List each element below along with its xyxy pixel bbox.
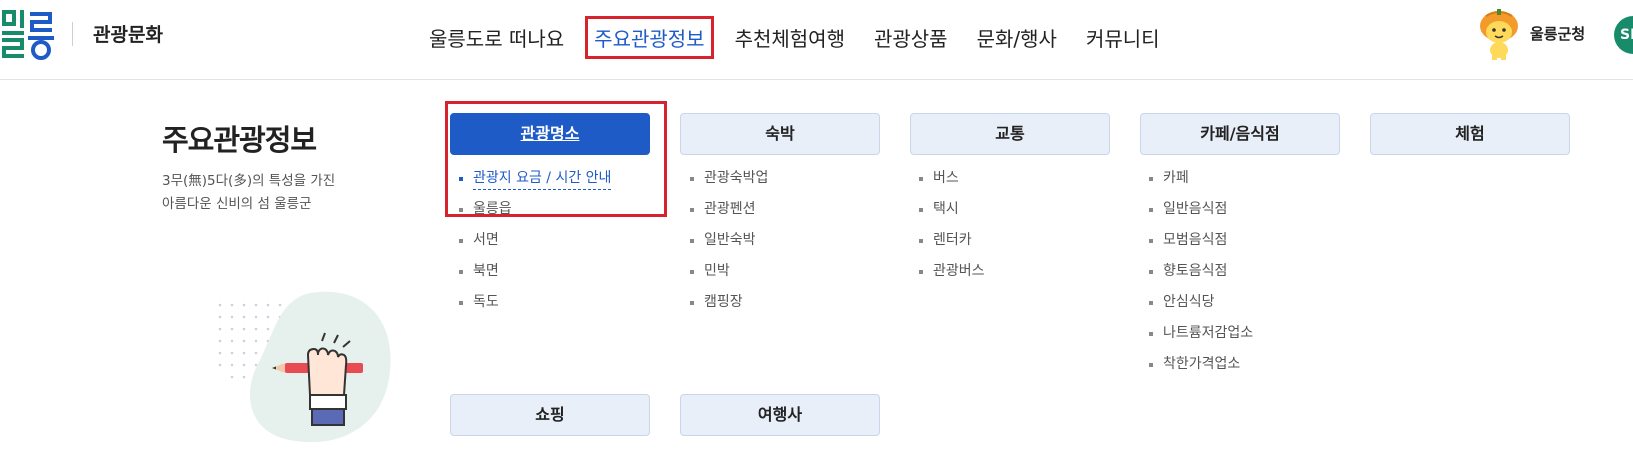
list-item[interactable]: 관광펜션 [690,198,768,229]
list-item-label[interactable]: 버스 [933,170,959,186]
category-lodging[interactable]: 숙박 [680,113,880,155]
list-item[interactable]: 관광숙박업 [690,167,768,198]
highlight-outline [445,101,667,217]
list-item[interactable]: 버스 [919,167,985,198]
list-item-label[interactable]: 민박 [704,263,730,279]
list-item[interactable]: 독도 [459,291,611,322]
category-travel-agency[interactable]: 여행사 [680,394,880,436]
list-item-label[interactable]: 일반음식점 [1163,201,1227,217]
category-transport[interactable]: 교통 [910,113,1110,155]
list-item[interactable]: 렌터카 [919,229,985,260]
list-item[interactable]: 향토음식점 [1149,260,1253,291]
nav-item-products[interactable]: 관광상품 [866,19,956,56]
page-title: 주요관광정보 [162,123,317,157]
list-item[interactable]: 나트륨저감업소 [1149,322,1253,353]
description-line: 3무(無)5다(多)의 특성을 가진 [162,173,336,189]
list-item-label[interactable]: 서면 [473,232,499,248]
list-item-label[interactable]: 일반숙박 [704,232,756,248]
list-item[interactable]: 일반숙박 [690,229,768,260]
list-item-label[interactable]: 관광숙박업 [704,170,768,186]
list-item[interactable]: 택시 [919,198,985,229]
site-header: 관광문화 울릉도로 떠나요 주요관광정보 추천체험여행 관광상품 문화/행사 커… [0,0,1633,80]
list-item-label[interactable]: 관광펜션 [704,201,756,217]
cafe-restaurant-list: 카페 일반음식점 모범음식점 향토음식점 안심식당 나트륨저감업소 착한가격업소 [1149,167,1253,384]
nav-item-culture[interactable]: 문화/행사 [969,19,1065,56]
list-item-label[interactable]: 택시 [933,201,959,217]
list-item[interactable]: 착한가격업소 [1149,353,1253,384]
transport-list: 버스 택시 렌터카 관광버스 [919,167,985,291]
section-description: 3무(無)5다(多)의 특성을 가진 아름다운 신비의 섬 울릉군 [162,170,335,216]
nav-item-experience[interactable]: 추천체험여행 [727,19,853,56]
list-item-label[interactable]: 렌터카 [933,232,972,248]
nav-item-community[interactable]: 커뮤니티 [1078,19,1168,56]
list-item[interactable]: 캠핑장 [690,291,768,322]
list-item-label[interactable]: 독도 [473,294,499,310]
ulleung-logo-icon[interactable] [0,6,56,62]
list-item[interactable]: 민박 [690,260,768,291]
county-office-link[interactable]: 울릉군청 [1530,23,1585,44]
list-item[interactable]: 안심식당 [1149,291,1253,322]
brand-title[interactable]: 관광문화 [93,20,163,47]
nav-item-travel[interactable]: 울릉도로 떠나요 [421,19,572,56]
logo-divider [72,22,73,46]
list-item[interactable]: 일반음식점 [1149,198,1253,229]
pumpkin-mascot-icon[interactable] [1476,8,1522,60]
list-item[interactable]: 관광버스 [919,260,985,291]
list-item-label[interactable]: 캠핑장 [704,294,743,310]
list-item-label[interactable]: 나트륨저감업소 [1163,325,1253,341]
list-item[interactable]: 북면 [459,260,611,291]
list-item-label[interactable]: 관광버스 [933,263,985,279]
list-item-label[interactable]: 착한가격업소 [1163,356,1240,372]
description-line: 아름다운 신비의 섬 울릉군 [162,196,312,212]
category-cafe-restaurant[interactable]: 카페/음식점 [1140,113,1340,155]
main-nav: 울릉도로 떠나요 주요관광정보 추천체험여행 관광상품 문화/행사 커뮤니티 [421,16,1181,59]
list-item-label[interactable]: 북면 [473,263,499,279]
lodging-list: 관광숙박업 관광펜션 일반숙박 민박 캠핑장 [690,167,768,322]
list-item-label[interactable]: 카페 [1163,170,1189,186]
list-item-label[interactable]: 안심식당 [1163,294,1215,310]
avatar[interactable]: SI [1614,16,1633,54]
hand-holding-pencil-icon [218,291,391,443]
list-item[interactable]: 카페 [1149,167,1253,198]
category-shopping[interactable]: 쇼핑 [450,394,650,436]
list-item-label[interactable]: 향토음식점 [1163,263,1227,279]
nav-item-tourism-info[interactable]: 주요관광정보 [585,16,714,59]
list-item[interactable]: 모범음식점 [1149,229,1253,260]
category-experience[interactable]: 체험 [1370,113,1570,155]
list-item[interactable]: 서면 [459,229,611,260]
list-item-label[interactable]: 모범음식점 [1163,232,1227,248]
